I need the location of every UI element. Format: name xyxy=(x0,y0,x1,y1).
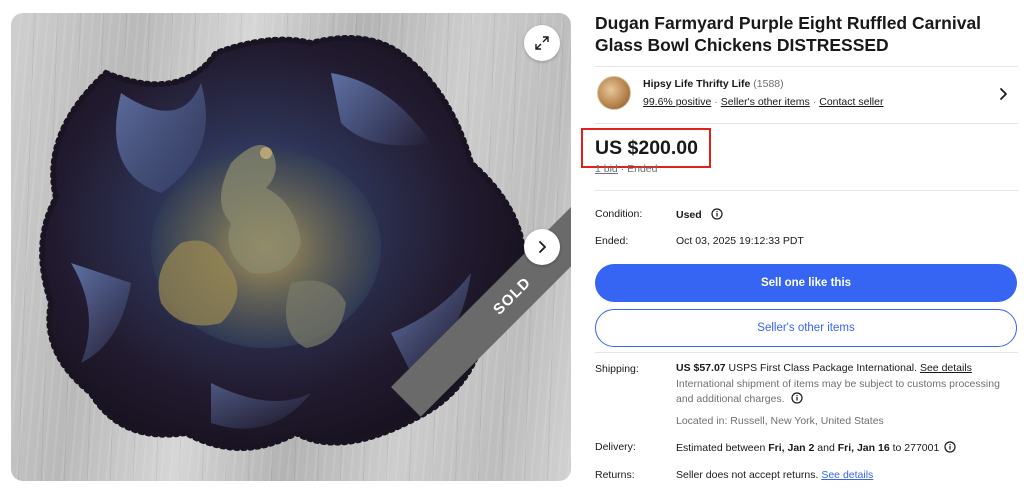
seller-name[interactable]: Hipsy Life Thrifty Life (1588) xyxy=(643,78,784,90)
delivery-end: Fri, Jan 16 xyxy=(837,442,890,454)
listing-status: Ended xyxy=(627,163,658,175)
separator-dot: · xyxy=(812,96,817,108)
shipping-see-details-link[interactable]: See details xyxy=(920,362,972,374)
price-amount: US $200.00 xyxy=(595,137,698,159)
delivery-start: Fri, Jan 2 xyxy=(768,442,815,454)
shipping-service: USPS First Class Package International. xyxy=(728,362,918,374)
product-image-panel[interactable]: SOLD xyxy=(11,13,571,481)
listing-title: Dugan Farmyard Purple Eight Ruffled Carn… xyxy=(595,13,982,55)
seller-links: 99.6% positive · Seller's other items · Cont… xyxy=(643,96,883,108)
seller-feedback-count: (1588) xyxy=(753,78,784,90)
shipping-note: International shipment of items may be s… xyxy=(676,377,1006,408)
condition-text: Used xyxy=(676,209,702,221)
ended-value: Oct 03, 2025 19:12:33 PDT xyxy=(676,235,804,247)
separator-dot: · xyxy=(620,163,625,175)
sell-one-like-this-button[interactable]: Sell one like this xyxy=(595,264,1017,302)
chevron-right-icon xyxy=(539,241,546,253)
seller-name-text[interactable]: Hipsy Life Thrifty Life xyxy=(643,78,750,90)
shipping-details: US $57.07 USPS First Class Package Inter… xyxy=(676,361,1006,429)
separator-dot: · xyxy=(714,96,718,108)
delivery-label: Delivery: xyxy=(595,441,636,453)
item-location: Located in: Russell, New York, United St… xyxy=(676,414,884,427)
delivery-estimate: Estimated between Fri, Jan 2 and Fri, Ja… xyxy=(676,441,956,454)
seller-card[interactable]: Hipsy Life Thrifty Life (1588) 99.6% pos… xyxy=(595,66,1018,124)
delivery-to: to 277001 xyxy=(892,442,940,454)
next-image-button[interactable] xyxy=(524,229,560,265)
delivery-prefix: Estimated between xyxy=(676,442,766,454)
returns-see-details-link[interactable]: See details xyxy=(821,469,873,481)
expand-image-button[interactable] xyxy=(524,25,560,61)
divider xyxy=(595,190,1018,191)
condition-label: Condition: xyxy=(595,208,643,220)
bid-count-link[interactable]: 1 bid xyxy=(595,163,618,175)
seller-avatar[interactable] xyxy=(597,76,631,110)
shipping-line: US $57.07 USPS First Class Package Inter… xyxy=(676,361,1006,377)
shipping-note-text: International shipment of items may be s… xyxy=(676,377,1000,406)
returns-policy: Seller does not accept returns. See deta… xyxy=(676,469,873,481)
sellers-other-items-button[interactable]: Seller's other items xyxy=(595,309,1017,347)
product-photo-bowl xyxy=(39,35,526,451)
seller-other-items-link[interactable]: Seller's other items xyxy=(721,96,810,108)
condition-value: Used xyxy=(676,208,723,221)
contact-seller-link[interactable]: Contact seller xyxy=(819,96,883,108)
info-icon[interactable] xyxy=(944,441,956,453)
info-icon[interactable] xyxy=(711,208,723,220)
returns-label: Returns: xyxy=(595,469,635,481)
shipping-cost: US $57.07 xyxy=(676,362,726,374)
returns-text: Seller does not accept returns. xyxy=(676,469,819,481)
shipping-label: Shipping: xyxy=(595,363,639,375)
divider xyxy=(595,352,1018,353)
info-icon[interactable] xyxy=(790,392,803,404)
chevron-right-icon[interactable] xyxy=(998,87,1010,101)
ended-label: Ended: xyxy=(595,235,629,247)
expand-icon xyxy=(535,36,549,50)
bid-status: 1 bid · Ended xyxy=(595,163,658,175)
seller-positive-link[interactable]: 99.6% positive xyxy=(643,96,711,108)
delivery-and: and xyxy=(817,442,835,454)
